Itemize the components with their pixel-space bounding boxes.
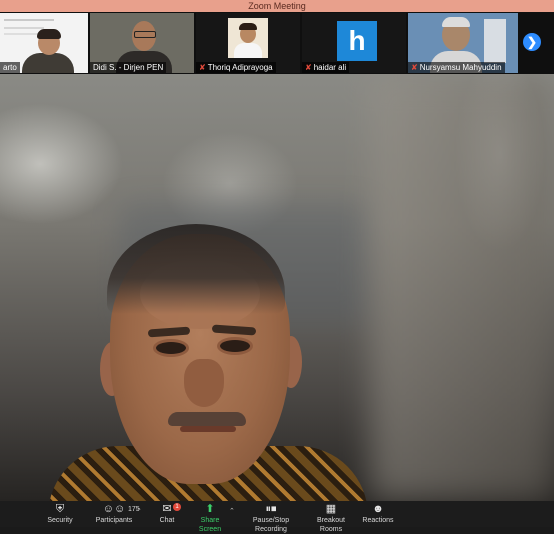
participants-caret-icon[interactable]: ⌃: [136, 507, 142, 515]
participant-video: [22, 53, 74, 73]
participant-name: arto: [0, 62, 20, 73]
participant-tile-4[interactable]: h ✘ haidar ali: [302, 13, 406, 73]
participant-tile-1[interactable]: arto: [0, 13, 88, 73]
participant-name: Didi S. - Dirjen PEN: [90, 62, 167, 73]
meeting-toolbar: ⛨ Security ☺☺ 175 Participants ⌃ ✉ 1 Cha…: [0, 501, 554, 533]
avatar: h: [337, 21, 377, 61]
share-screen-icon: ⬆: [205, 503, 215, 515]
participant-name: ✘ Thoriq Adiprayoga: [196, 62, 276, 73]
chat-button[interactable]: ✉ 1 Chat: [155, 503, 181, 525]
active-speaker-video: [0, 74, 554, 501]
participant-strip: arto Didi S. - Dirjen PEN ✘ Thoriq Adipra…: [0, 12, 554, 74]
mic-muted-icon: ✘: [411, 63, 418, 72]
emoji-icon: ☻: [372, 503, 384, 515]
participant-name: ✘ haidar ali: [302, 62, 350, 73]
share-screen-button[interactable]: ⬆ Share Screen: [190, 503, 230, 534]
window-title: Zoom Meeting: [0, 0, 554, 12]
speaker-person: [0, 74, 554, 501]
security-button[interactable]: ⛨ Security: [44, 503, 76, 525]
participant-tile-3[interactable]: ✘ Thoriq Adiprayoga: [196, 13, 300, 73]
participant-name: ✘ Nursyamsu Mahyuddin: [408, 62, 505, 73]
mic-muted-icon: ✘: [199, 63, 206, 72]
pause-stop-recording-button[interactable]: ⏸⏹ Pause/Stop Recording: [240, 503, 302, 534]
shield-icon: ⛨: [55, 503, 65, 515]
next-page-arrow-icon[interactable]: ❯: [523, 33, 541, 51]
breakout-rooms-button[interactable]: ▦ Breakout Rooms: [307, 503, 355, 534]
participant-tile-5[interactable]: ✘ Nursyamsu Mahyuddin: [408, 13, 518, 73]
share-caret-icon[interactable]: ⌃: [229, 507, 235, 515]
participants-button[interactable]: ☺☺ 175 Participants: [94, 503, 140, 525]
pause-stop-icon: ⏸⏹: [265, 503, 277, 515]
participant-tile-2[interactable]: Didi S. - Dirjen PEN: [90, 13, 194, 73]
participant-video: [234, 43, 262, 58]
grid-icon: ▦: [325, 503, 337, 515]
reactions-button[interactable]: ☻ Reactions: [362, 503, 394, 525]
chat-badge: 1: [173, 503, 181, 511]
mic-muted-icon: ✘: [305, 63, 312, 72]
